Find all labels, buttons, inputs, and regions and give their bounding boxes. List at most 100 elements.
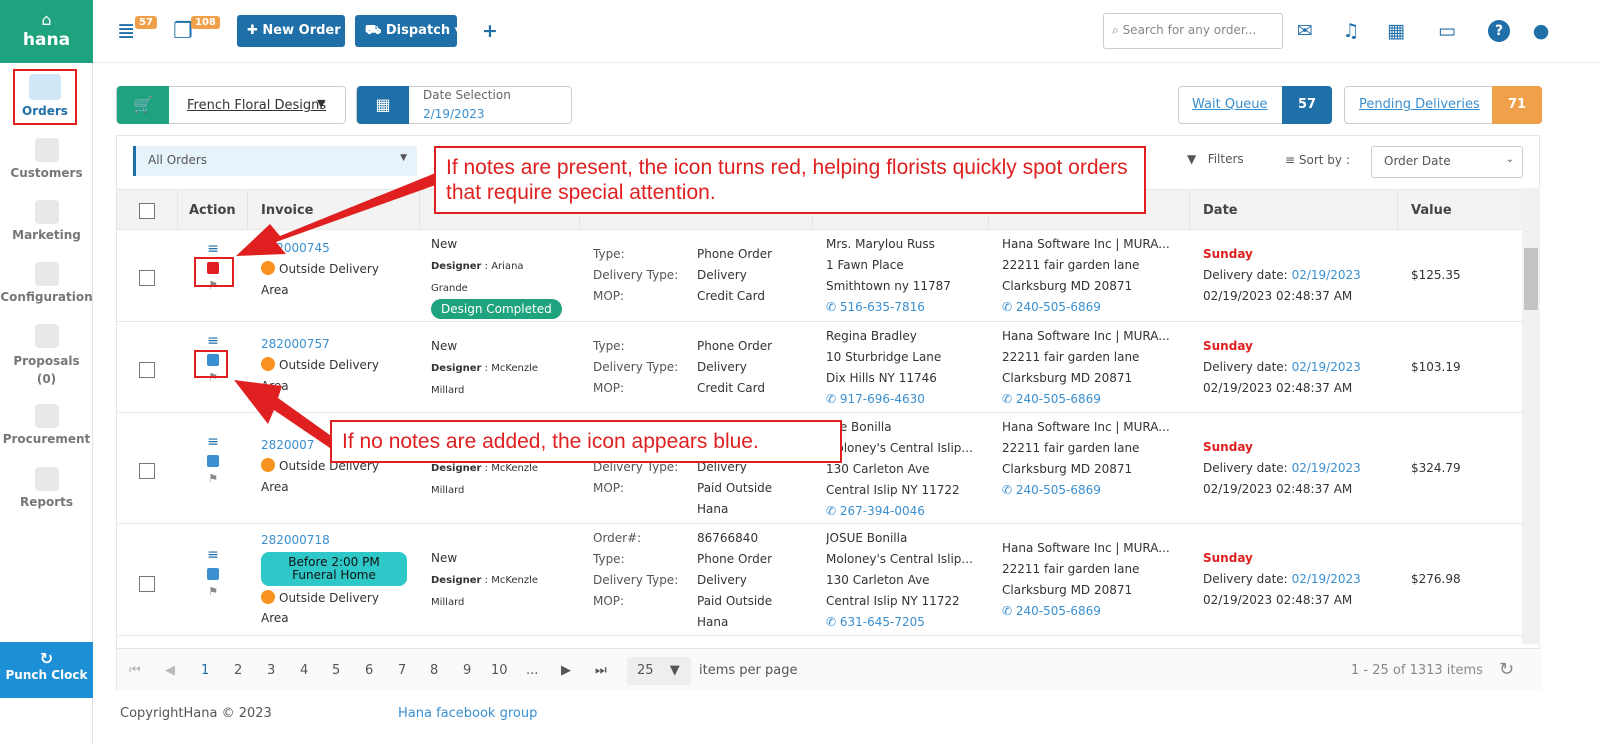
queue-icon[interactable]: ≣ 57 [117, 16, 157, 47]
page-1[interactable]: 1 [201, 663, 209, 678]
sort-select[interactable]: Order Date ⌄ [1371, 146, 1523, 178]
phone-icon: ✆ [826, 300, 837, 314]
invoice-link[interactable]: 282000745 [261, 241, 330, 255]
sender-phone[interactable]: 240-505-6869 [1016, 392, 1101, 406]
recipient-city: Central Islip NY 11722 [826, 483, 960, 497]
help-icon[interactable]: ? [1488, 20, 1510, 42]
mop-value-2: Hana [697, 615, 729, 629]
prev-page-icon[interactable]: ◀ [165, 663, 175, 678]
chevron-down-icon: ⌄ [1505, 154, 1514, 165]
invoice-link[interactable]: 2820007 [261, 438, 314, 452]
pending-deliveries-button[interactable]: Pending Deliveries 71 [1344, 86, 1542, 124]
sender-phone[interactable]: 240-505-6869 [1016, 604, 1101, 618]
sidebar-item-procurement[interactable]: Procurement [0, 404, 93, 446]
designer-name-2: Millard [431, 597, 465, 608]
delivery-date[interactable]: 02/19/2023 [1292, 360, 1361, 374]
punch-clock-button[interactable]: ↻ Punch Clock [0, 642, 93, 698]
menu-icon[interactable]: ≡ [203, 330, 223, 352]
page-8[interactable]: 8 [430, 663, 438, 678]
recipient-phone[interactable]: 917-696-4630 [840, 392, 925, 406]
refresh-icon[interactable]: ↻ [1499, 659, 1514, 680]
date-selector[interactable]: ▦ Date Selection 2/19/2023 [356, 86, 572, 124]
new-order-button[interactable]: ✚ New Order ▾ [237, 15, 352, 47]
next-page-icon[interactable]: ▶ [561, 663, 571, 678]
col-date: Date [1203, 203, 1238, 218]
page-more[interactable]: ... [526, 663, 538, 678]
chevron-down-icon: ▼ [317, 97, 326, 110]
monitor-icon[interactable]: ▭ [1436, 20, 1458, 42]
sidebar-item-customers[interactable]: Customers [0, 138, 93, 180]
page-5[interactable]: 5 [332, 663, 340, 678]
per-page-select[interactable]: 25 ▼ [627, 657, 691, 685]
row-checkbox[interactable] [139, 270, 155, 286]
sidebar-item-marketing[interactable]: Marketing [0, 200, 93, 242]
table-row[interactable]: ≡ ⚑ 282000745 Outside Delivery Area New … [117, 230, 1523, 322]
sidebar-item-reports[interactable]: Reports [0, 467, 93, 509]
copy-orders-icon[interactable]: ❐ 108 [173, 16, 220, 47]
sender-phone[interactable]: 240-505-6869 [1016, 483, 1101, 497]
page-3[interactable]: 3 [267, 663, 275, 678]
first-page-icon[interactable]: ⏮ [129, 663, 141, 678]
per-page-value: 25 [637, 663, 654, 678]
status-dot-icon [261, 261, 275, 275]
delivery-date[interactable]: 02/19/2023 [1292, 268, 1361, 282]
mop-value: Credit Card [697, 381, 765, 395]
phone-icon: ✆ [826, 615, 837, 629]
sidebar-item-configuration[interactable]: Configuration [0, 262, 93, 304]
page-7[interactable]: 7 [398, 663, 406, 678]
recipient-phone[interactable]: 267-394-0046 [840, 504, 925, 518]
phone-icon: ✆ [1002, 392, 1013, 406]
menu-icon[interactable]: ≡ [203, 544, 223, 566]
wait-queue-link[interactable]: Wait Queue [1192, 97, 1268, 112]
add-icon[interactable]: + [479, 20, 501, 42]
type-label: Type: [593, 247, 625, 261]
flag-icon[interactable]: ⚑ [203, 469, 223, 489]
select-all-checkbox[interactable] [139, 203, 155, 219]
bell-icon[interactable]: ♫ [1340, 20, 1362, 42]
sidebar-item-orders[interactable]: Orders [13, 69, 77, 125]
table-row[interactable]: ≡ ⚑ 282000718 Before 2:00 PM Funeral Home… [117, 524, 1523, 636]
last-page-icon[interactable]: ⏭ [595, 663, 607, 678]
flag-icon[interactable]: ⚑ [203, 582, 223, 602]
page-6[interactable]: 6 [365, 663, 373, 678]
wait-queue-button[interactable]: Wait Queue 57 [1178, 86, 1332, 124]
date-selection-value: 2/19/2023 [423, 107, 485, 121]
logo[interactable]: ⌂ hana [0, 0, 93, 63]
facebook-group-link[interactable]: Hana facebook group [398, 706, 537, 721]
sidebar-item-proposals[interactable]: Proposals (0) [0, 324, 93, 388]
sidebar-item-label: Reports [19, 495, 73, 509]
mail-icon[interactable]: ✉ [1294, 20, 1316, 42]
dispatch-button[interactable]: ⛟ Dispatch ▾ [355, 15, 461, 47]
delivery-date[interactable]: 02/19/2023 [1292, 572, 1361, 586]
delivery-date[interactable]: 02/19/2023 [1292, 461, 1361, 475]
orders-filter-select[interactable]: All Orders ▼ [133, 146, 417, 176]
brand-name: hana [22, 30, 71, 50]
row-checkbox[interactable] [139, 362, 155, 378]
recipient-phone[interactable]: 516-635-7816 [840, 300, 925, 314]
table-row[interactable]: ≡ ⚑ 282000757 Outside Delivery Area New … [117, 322, 1523, 413]
invoice-link[interactable]: 282000718 [261, 533, 330, 547]
page-10[interactable]: 10 [491, 663, 508, 678]
row-checkbox[interactable] [139, 576, 155, 592]
calendar-icon[interactable]: ▦ [1385, 20, 1407, 42]
orders-panel: All Orders ▼ ▼ Filters ≡ Sort by : Order… [116, 135, 1541, 690]
page-9[interactable]: 9 [463, 663, 471, 678]
shop-selector[interactable]: 🛒 French Floral Designs ▼ [116, 86, 346, 124]
notes-icon[interactable] [207, 455, 219, 467]
recipient-city: Central Islip NY 11722 [826, 594, 960, 608]
menu-icon[interactable]: ≡ [203, 431, 223, 453]
row-actions: ≡ ⚑ [203, 544, 223, 602]
page-2[interactable]: 2 [234, 663, 242, 678]
sender-phone[interactable]: 240-505-6869 [1016, 300, 1101, 314]
invoice-link[interactable]: 282000757 [261, 337, 330, 351]
filters-button[interactable]: ▼ Filters [1187, 152, 1244, 166]
page-4[interactable]: 4 [300, 663, 308, 678]
order-number-label: Order#: [593, 531, 642, 545]
search-input[interactable]: ⌕ Search for any order... [1103, 13, 1283, 49]
notes-icon[interactable] [207, 568, 219, 580]
row-checkbox[interactable] [139, 463, 155, 479]
recipient-phone[interactable]: 631-645-7205 [840, 615, 925, 629]
scrollbar-thumb[interactable] [1524, 248, 1538, 310]
pending-deliveries-link[interactable]: Pending Deliveries [1359, 97, 1480, 112]
user-icon[interactable]: ● [1530, 20, 1552, 42]
